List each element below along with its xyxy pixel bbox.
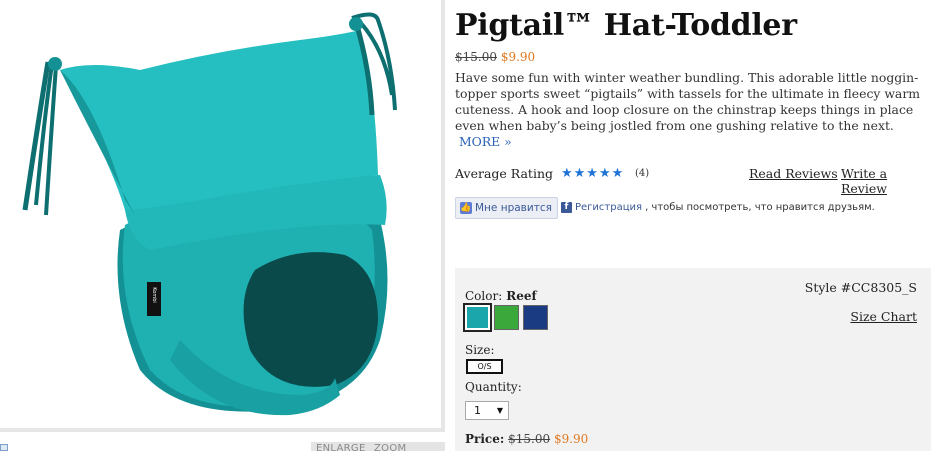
price-line: $15.00 $9.90 xyxy=(455,50,535,64)
price-label: Price: xyxy=(465,432,505,446)
hat-image xyxy=(22,12,397,416)
facebook-like-label: Мне нравится xyxy=(475,202,552,214)
old-price: $15.00 xyxy=(455,50,497,64)
quantity-label: Quantity: xyxy=(465,380,522,394)
chevron-down-icon: ▼ xyxy=(496,406,503,415)
swatch-green[interactable] xyxy=(494,305,519,330)
enlarge-button[interactable]: ENLARGE xyxy=(311,442,371,451)
review-count: (4) xyxy=(635,168,650,179)
swatch-navy[interactable] xyxy=(523,305,548,330)
facebook-like-row: 👍 Мне нравится f Регистрация, чтобы посм… xyxy=(455,197,931,219)
quantity-select[interactable]: 1 ▼ xyxy=(465,401,509,420)
image-controls: ENLARGE ZOOM RESET xyxy=(0,436,445,451)
zoom-reset-button[interactable]: ZOOM RESET xyxy=(369,442,445,451)
selected-color-name: Reef xyxy=(506,289,537,303)
read-reviews-link[interactable]: Read Reviews xyxy=(749,166,838,181)
sale-price: $9.90 xyxy=(500,50,536,64)
price-summary: Price: $15.00 $9.90 xyxy=(465,432,588,446)
facebook-register-text: f Регистрация, чтобы посмотреть, что нра… xyxy=(561,202,875,213)
style-number: Style #CC8305_S xyxy=(804,280,917,295)
product-title: Pigtail™ Hat-Toddler xyxy=(455,8,797,43)
facebook-register-rest: , чтобы посмотреть, что нравится друзьям… xyxy=(645,202,875,213)
size-label: Size: xyxy=(465,343,495,357)
rating-row: Average Rating ★★★★★ (4) Read Reviews Wr… xyxy=(455,166,931,196)
more-link[interactable]: MORE » xyxy=(459,134,512,149)
thumbs-up-icon: 👍 xyxy=(460,202,472,214)
quantity-value: 1 xyxy=(474,404,481,417)
summary-sale-price: $9.90 xyxy=(553,432,589,446)
color-label-text: Color: xyxy=(465,289,503,303)
write-review-link[interactable]: Write a Review xyxy=(841,166,931,196)
facebook-like-button[interactable]: 👍 Мне нравится xyxy=(455,197,558,219)
color-label: Color: Reef xyxy=(465,289,537,303)
expand-icon[interactable] xyxy=(0,444,8,451)
brand-tag: Kombi xyxy=(151,287,157,303)
summary-old-price: $15.00 xyxy=(508,432,551,446)
product-description: Have some fun with winter weather bundli… xyxy=(455,70,925,150)
product-image-panel[interactable]: Kombi xyxy=(0,0,445,432)
size-option-os[interactable]: O/S xyxy=(466,359,503,374)
color-swatches xyxy=(463,303,548,332)
purchase-options-panel: Style #CC8305_S Size Chart Color: Reef Si… xyxy=(455,268,931,451)
swatch-reef[interactable] xyxy=(463,303,492,332)
size-chart-link[interactable]: Size Chart xyxy=(850,309,917,324)
facebook-register-link[interactable]: Регистрация xyxy=(575,202,642,213)
description-text: Have some fun with winter weather bundli… xyxy=(455,70,920,133)
facebook-icon: f xyxy=(561,202,572,213)
average-rating-label: Average Rating xyxy=(455,166,554,181)
star-rating-icon: ★★★★★ xyxy=(561,166,625,181)
